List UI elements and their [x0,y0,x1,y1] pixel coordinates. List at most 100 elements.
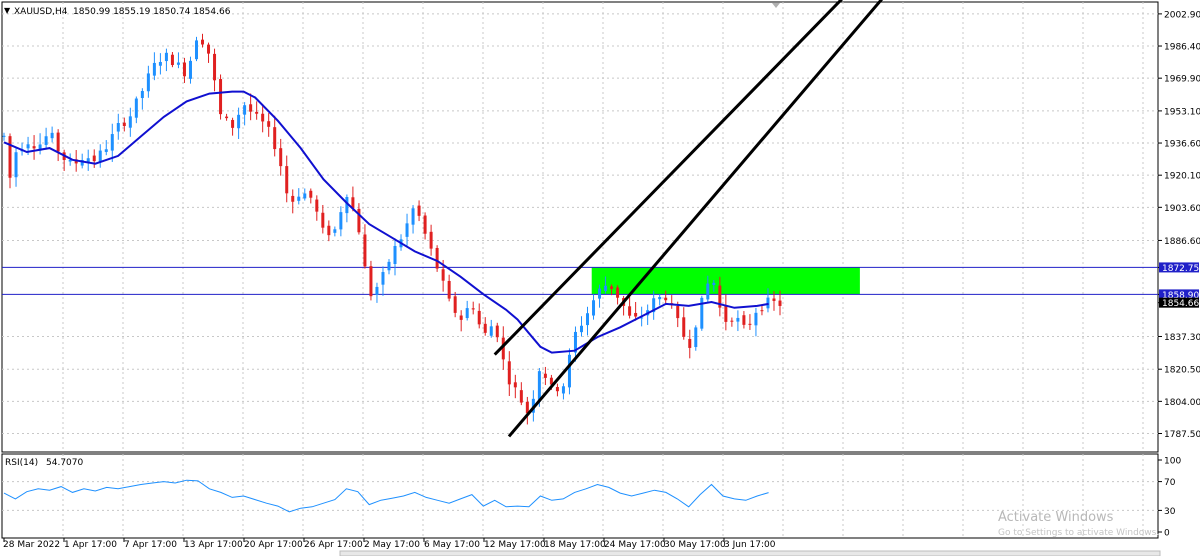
candle-body [483,323,487,333]
candle-body [309,190,313,198]
rsi-value: 54.7070 [46,458,83,468]
rsi-tick-label: 30 [1164,507,1176,517]
candle-body [393,245,397,264]
time-tick-label: 7 Apr 17:00 [124,540,177,550]
candle-body [604,285,608,291]
time-tick-label: 30 May 17:00 [664,540,726,550]
candle-body [676,305,680,319]
candle-body [333,229,337,233]
time-tick-label: 12 May 17:00 [484,540,546,550]
candle-body [598,288,602,299]
candle-body [375,286,379,295]
candle-body [44,136,48,145]
candle-body [411,208,415,225]
candle-body [766,297,770,309]
chart-window[interactable]: 2002.90 1986.40 1969.90 1953.10 1936.60 1920.… [0,0,1200,556]
price-tick-label: 1903.60 [1164,204,1200,214]
candle-body [423,215,427,234]
candle-body [748,323,752,325]
candle-body [586,313,590,326]
price-tick-label: 1837.30 [1164,333,1200,343]
candle-body [243,105,247,115]
candle-body [194,40,198,60]
candle-body [730,320,734,322]
candle-body [778,300,782,306]
candle-body [297,196,301,201]
candle-body [736,317,740,322]
candle-body [164,52,168,62]
watermark-title: Activate Windows [998,510,1114,525]
candle-body [712,282,716,285]
price-tick-label: 1787.50 [1164,430,1200,440]
candle-body [327,225,331,236]
price-label-highlight: 1854.66 [1162,299,1199,309]
candle-body [92,155,96,162]
price-tick-label: 2002.90 [1164,10,1200,20]
candle-body [231,119,235,128]
watermark-subtitle: Go to Settings to activate Windows. [998,528,1159,538]
price-tick-label: 1969.90 [1164,75,1200,85]
candle [694,325,698,351]
candle-body [201,39,205,45]
candle-body [176,62,180,65]
time-tick-label: 18 May 17:00 [544,540,606,550]
price-tick-label: 1820.50 [1164,366,1200,376]
candle-body [8,136,12,178]
candle-body [2,135,6,137]
price-tick-label: 1804.00 [1164,398,1200,408]
candle-body [628,306,632,316]
candle-body [303,193,307,199]
candle-body [579,325,583,333]
candle-body [489,326,493,336]
candle-body [459,315,463,320]
candle-body [694,327,698,348]
price-tick-label: 1920.10 [1164,172,1200,182]
candle-body [315,199,319,212]
candle-body [658,296,662,300]
candle-body [471,308,475,310]
candle-body [104,149,108,152]
candle-body [610,286,614,289]
time-tick-label: 28 Mar 2022 [3,540,60,550]
candle-body [441,269,445,281]
rsi-pane[interactable] [1,453,1159,539]
candle-body [772,298,776,301]
price-tick-label: 1886.60 [1164,237,1200,247]
candle-body [152,62,156,76]
candle-body [26,144,30,149]
candle-body [255,111,259,114]
symbol-label: XAUUSD,H4 [14,7,68,17]
price-label-highlight: 1872.75 [1162,264,1199,274]
candle-body [634,312,638,317]
candle-body [381,272,385,285]
time-tick-label: 1 Apr 17:00 [64,540,117,550]
candle [219,74,223,120]
candle-body [682,317,686,337]
candle-body [616,287,620,298]
candle-body [700,297,704,329]
candle-body [116,123,120,132]
candle-body [417,205,421,216]
candle-body [742,315,746,325]
candle-body [465,308,469,319]
menu-glyph[interactable]: ▼ [4,6,11,15]
price-tick-label: 1986.40 [1164,43,1200,53]
candle-body [495,325,499,338]
candle-body [724,305,728,322]
candle-body [56,132,60,152]
candle-body [688,338,692,348]
rsi-tick-label: 100 [1164,457,1181,467]
candle-body [134,98,138,118]
candle-body [561,386,565,394]
horizontal-scrollbar[interactable] [339,550,1161,556]
candle-body [225,116,229,119]
price-pane[interactable] [1,1,1159,453]
candle-body [429,231,433,249]
price-tick-label: 1953.10 [1164,107,1200,117]
candle-body [760,310,764,312]
candle-body [207,44,211,54]
candle-body [592,300,596,316]
candle-body [477,310,481,325]
candle-body [453,296,457,313]
candle-body [369,266,373,297]
